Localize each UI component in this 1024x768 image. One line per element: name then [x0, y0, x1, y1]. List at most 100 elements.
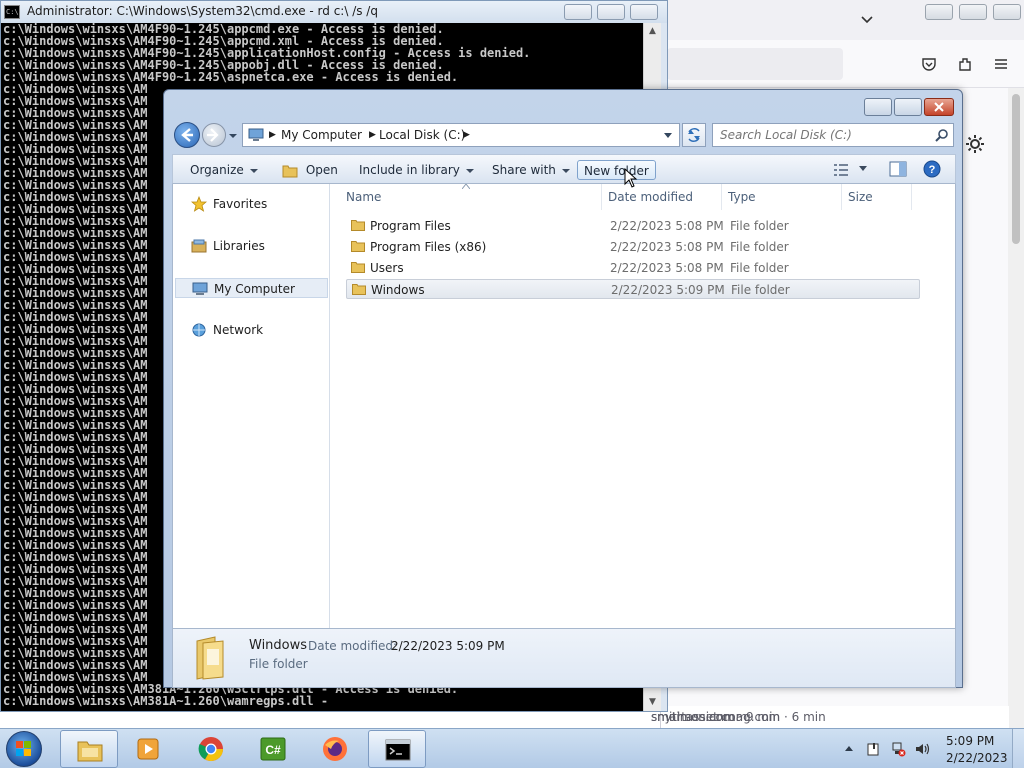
- browser-maximize-button[interactable]: [959, 4, 987, 20]
- folder-icon: [351, 241, 365, 252]
- show-desktop-button[interactable]: [1012, 729, 1024, 768]
- forward-button[interactable]: [202, 123, 226, 147]
- browser-urlbar[interactable]: [667, 48, 843, 80]
- explorer-icon: [77, 741, 103, 762]
- close-icon: [934, 102, 944, 112]
- taskbar-chrome[interactable]: [182, 730, 240, 768]
- taskbar-firefox[interactable]: [306, 730, 364, 768]
- back-button[interactable]: [174, 122, 200, 148]
- details-modified-value: 2/22/2023 5:09 PM: [391, 639, 505, 653]
- new-folder-label: New folder: [584, 164, 649, 178]
- action-center-icon[interactable]: [866, 741, 882, 757]
- help-icon[interactable]: ?: [923, 160, 941, 178]
- file-type: File folder: [731, 283, 790, 297]
- gear-icon[interactable]: [963, 132, 987, 156]
- arrow-right-icon: [207, 128, 219, 142]
- breadcrumb-my-computer[interactable]: My Computer: [281, 128, 362, 142]
- browser-scrollbar[interactable]: [1008, 88, 1024, 728]
- cmd-minimize-button[interactable]: [564, 4, 592, 20]
- address-dropdown-icon[interactable]: [663, 132, 673, 140]
- browser-minimize-button[interactable]: [925, 4, 953, 20]
- include-in-library-button[interactable]: Include in library: [359, 160, 474, 180]
- cmd-close-button[interactable]: [630, 4, 658, 20]
- media-player-icon: [137, 738, 159, 760]
- column-date-modified[interactable]: Date modified: [602, 184, 722, 210]
- volume-icon[interactable]: [914, 741, 930, 757]
- open-button[interactable]: Open: [282, 160, 338, 180]
- story-link-1[interactable]: smartasset.com: [651, 710, 747, 724]
- breadcrumb-chevron-icon[interactable]: ▶: [463, 130, 470, 140]
- network-icon: [192, 323, 206, 337]
- nav-item-network[interactable]: Network: [175, 320, 328, 340]
- file-date: 2/22/2023 5:08 PM: [610, 261, 724, 275]
- nav-item-my-computer[interactable]: My Computer: [175, 278, 328, 298]
- explorer-close-button[interactable]: [924, 98, 954, 116]
- nav-item-libraries[interactable]: Libraries: [175, 236, 328, 256]
- browser-close-button[interactable]: [993, 4, 1021, 20]
- column-label: Date modified: [608, 190, 694, 204]
- column-name[interactable]: Name: [340, 184, 602, 210]
- folder-icon: [351, 262, 365, 273]
- column-type[interactable]: Type: [722, 184, 842, 210]
- cmd-titlebar[interactable]: C:\ Administrator: C:\Windows\System32\c…: [1, 1, 667, 23]
- column-label: Type: [728, 190, 756, 204]
- file-row[interactable]: Users 2/22/2023 5:08 PM File folder: [346, 258, 920, 278]
- file-row[interactable]: Program Files (x86) 2/22/2023 5:08 PM File…: [346, 237, 920, 257]
- firefox-icon: [323, 737, 347, 761]
- cmd-maximize-button[interactable]: [597, 4, 625, 20]
- extensions-icon[interactable]: [955, 54, 975, 74]
- file-row[interactable]: Program Files 2/22/2023 5:08 PM File folde…: [346, 216, 920, 236]
- clock-date[interactable]: 2/22/2023: [946, 751, 1008, 765]
- view-options-icon[interactable]: [833, 163, 849, 177]
- explorer-minimize-button[interactable]: [864, 98, 892, 116]
- explorer-body: Favorites Libraries My Computer Network …: [172, 184, 956, 628]
- computer-icon: [248, 128, 264, 141]
- file-list: Name Date modified Type Size Program Fil…: [330, 184, 956, 628]
- taskbar-explorer[interactable]: [60, 730, 118, 768]
- address-bar[interactable]: ▶ My Computer ▶ Local Disk (C:) ▶: [242, 123, 680, 147]
- new-folder-button[interactable]: New folder: [577, 160, 656, 180]
- svg-text:?: ?: [929, 164, 936, 176]
- clock-time[interactable]: 5:09 PM: [946, 734, 994, 748]
- mouse-cursor-icon: [624, 168, 638, 188]
- pocket-icon[interactable]: [919, 54, 939, 74]
- file-row[interactable]: Windows 2/22/2023 5:09 PM File folder: [346, 279, 920, 299]
- browser-scroll-thumb[interactable]: [1012, 94, 1020, 244]
- folder-icon: [196, 636, 224, 680]
- breadcrumb-local-disk[interactable]: Local Disk (C:): [379, 128, 465, 142]
- start-button[interactable]: [6, 731, 42, 767]
- refresh-button[interactable]: [682, 123, 706, 147]
- tray-expand-icon[interactable]: [844, 741, 854, 757]
- recent-pages-chevron-icon[interactable]: [228, 131, 238, 141]
- taskbar-csharp[interactable]: C#: [244, 730, 302, 768]
- breadcrumb-chevron-icon[interactable]: ▶: [269, 130, 276, 140]
- taskbar-media-player[interactable]: [120, 730, 178, 768]
- file-type: File folder: [730, 240, 789, 254]
- preview-pane-icon[interactable]: [889, 161, 907, 177]
- breadcrumb-chevron-icon[interactable]: ▶: [369, 130, 376, 140]
- column-size[interactable]: Size: [842, 184, 912, 210]
- csharp-icon: C#: [260, 737, 286, 761]
- organize-button[interactable]: Organize: [190, 160, 258, 180]
- file-type: File folder: [730, 219, 789, 233]
- search-input[interactable]: [713, 124, 933, 146]
- libraries-icon: [191, 239, 207, 253]
- details-type: File folder: [249, 657, 308, 671]
- taskbar-cmd[interactable]: [368, 730, 426, 768]
- search-box[interactable]: [712, 123, 954, 147]
- nav-item-favorites[interactable]: Favorites: [175, 194, 328, 214]
- view-dropdown-icon[interactable]: [859, 166, 867, 172]
- scroll-up-icon[interactable]: ▲: [644, 23, 661, 40]
- dropdown-arrow-icon: [249, 168, 258, 173]
- details-pane: Windows Date modified: 2/22/2023 5:09 PM…: [172, 628, 956, 688]
- search-icon[interactable]: [935, 128, 949, 142]
- chevron-down-icon[interactable]: [859, 12, 875, 28]
- nav-label: Favorites: [213, 197, 268, 211]
- explorer-maximize-button[interactable]: [894, 98, 922, 116]
- folder-icon: [352, 284, 366, 295]
- network-status-icon[interactable]: [890, 741, 906, 757]
- browser-story-strip: nytimes.com · 9 min smithsonianmag.com ·…: [651, 706, 1009, 728]
- scroll-down-icon[interactable]: ▼: [644, 694, 661, 711]
- share-with-button[interactable]: Share with: [492, 160, 570, 180]
- menu-icon[interactable]: [991, 54, 1011, 74]
